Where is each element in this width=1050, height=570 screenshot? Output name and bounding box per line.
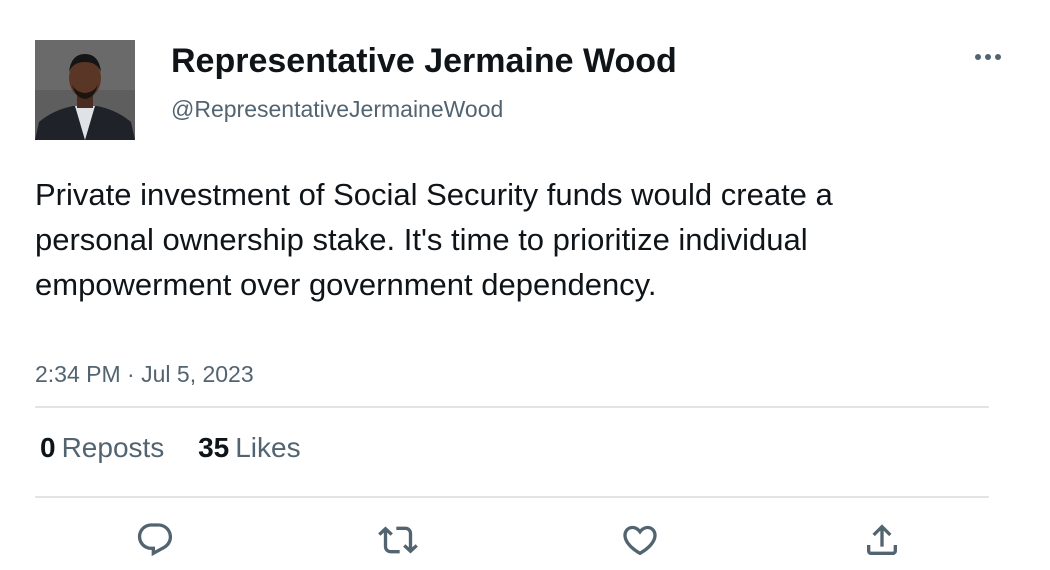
tweet-date[interactable]: Jul 5, 2023 (141, 361, 254, 387)
share-icon (867, 524, 897, 555)
avatar[interactable] (35, 40, 135, 140)
more-horizontal-icon (975, 54, 1001, 60)
divider (35, 496, 989, 498)
likes-label: Likes (235, 432, 301, 463)
divider (35, 406, 989, 408)
reposts-label: Reposts (61, 432, 165, 463)
tweet-text: Private investment of Social Security fu… (35, 177, 833, 302)
display-name[interactable]: Representative Jermaine Wood (171, 42, 677, 81)
more-options-button[interactable] (968, 42, 1008, 72)
reply-icon (137, 523, 173, 557)
heart-icon (623, 525, 657, 556)
reposts-count: 0 (40, 432, 56, 463)
tweet-timestamp[interactable]: 2:34 PM · Jul 5, 2023 (35, 361, 254, 388)
share-button[interactable] (857, 515, 907, 565)
reply-button[interactable] (130, 515, 180, 565)
action-bar (0, 515, 1050, 565)
reposts-stat[interactable]: 0 Reposts (40, 432, 164, 464)
tweet-time[interactable]: 2:34 PM (35, 361, 121, 387)
likes-count: 35 (198, 432, 230, 463)
tweet-card: Representative Jermaine Wood @Representa… (0, 0, 1050, 570)
engagement-stats: 0 Reposts 35 Likes (40, 432, 327, 464)
avatar-image (35, 40, 135, 140)
repost-button[interactable] (373, 515, 423, 565)
like-button[interactable] (615, 515, 665, 565)
likes-stat[interactable]: 35 Likes (198, 432, 301, 464)
repost-icon (378, 526, 418, 554)
timestamp-separator: · (127, 361, 135, 387)
user-handle[interactable]: @RepresentativeJermaineWood (171, 96, 503, 123)
